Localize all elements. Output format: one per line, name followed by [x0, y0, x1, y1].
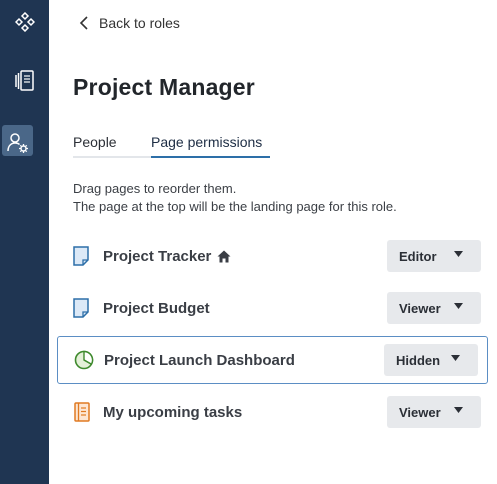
caret-down-icon — [451, 355, 460, 361]
permission-value: Hidden — [396, 352, 441, 368]
page-title: Project Manager — [73, 74, 255, 100]
instructions: Drag pages to reorder them. The page at … — [73, 180, 397, 216]
tab-bar: People Page permissions — [73, 134, 270, 158]
document-icon — [73, 245, 95, 267]
back-to-roles-link[interactable]: Back to roles — [79, 12, 180, 34]
page-row[interactable]: My upcoming tasks Viewer — [73, 395, 481, 429]
pie-chart-icon — [74, 349, 96, 371]
tab-people[interactable]: People — [73, 134, 151, 158]
caret-down-icon — [454, 303, 463, 309]
document-icon — [73, 297, 95, 319]
pages-icon — [14, 70, 34, 91]
caret-down-icon — [454, 407, 463, 413]
notebook-icon — [73, 401, 95, 423]
permission-value: Viewer — [399, 404, 441, 420]
instructions-line-2: The page at the top will be the landing … — [73, 199, 397, 214]
page-row[interactable]: Project Budget Viewer — [73, 291, 481, 325]
permission-dropdown[interactable]: Viewer — [387, 292, 481, 324]
tab-page-permissions[interactable]: Page permissions — [151, 134, 270, 158]
permission-dropdown[interactable]: Hidden — [384, 344, 478, 376]
page-name: Project Launch Dashboard — [104, 351, 295, 369]
page-name: Project Budget — [103, 299, 210, 317]
user-settings-icon — [6, 133, 28, 153]
page-name: My upcoming tasks — [103, 403, 243, 421]
sidebar-home-logo[interactable] — [0, 4, 49, 40]
sidebar-item-roles[interactable] — [0, 125, 49, 161]
instructions-line-1: Drag pages to reorder them. — [73, 181, 237, 196]
permission-dropdown[interactable]: Viewer — [387, 396, 481, 428]
sidebar — [0, 0, 49, 484]
permission-value: Viewer — [399, 300, 441, 316]
sidebar-item-pages[interactable] — [0, 63, 49, 99]
permission-dropdown[interactable]: Editor — [387, 240, 481, 272]
page-name: Project Tracker — [103, 247, 212, 265]
chevron-left-icon — [79, 16, 88, 30]
caret-down-icon — [454, 251, 463, 257]
page-row-dragging[interactable]: Project Launch Dashboard Hidden — [57, 336, 488, 384]
home-icon — [217, 250, 231, 262]
logo-icon — [14, 12, 35, 32]
permission-value: Editor — [399, 248, 437, 264]
page-row[interactable]: Project Tracker Editor — [73, 239, 481, 273]
back-link-label: Back to roles — [99, 15, 180, 31]
